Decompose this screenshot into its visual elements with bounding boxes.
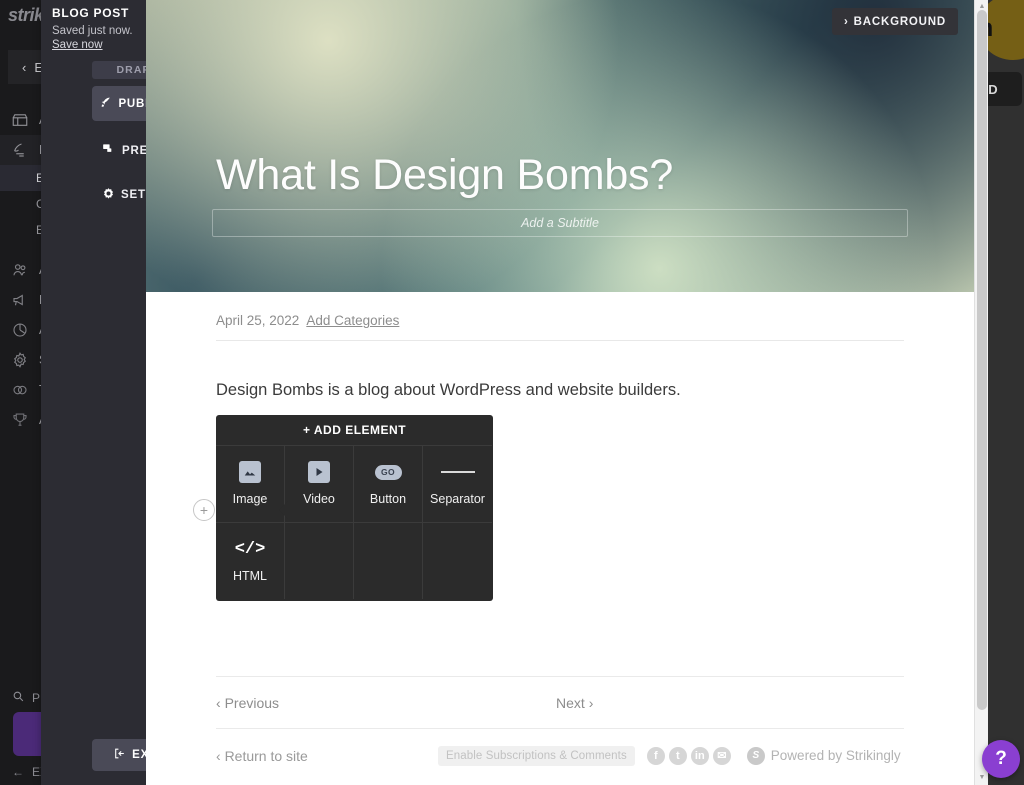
chevron-left-icon: ‹ bbox=[216, 695, 221, 711]
panel-title: BLOG POST bbox=[52, 6, 129, 20]
add-element-empty-slot bbox=[285, 522, 354, 599]
go-badge: GO bbox=[375, 465, 402, 480]
add-element-popup-wrap: + + ADD ELEMENT bbox=[216, 415, 904, 601]
separator-icon bbox=[441, 461, 475, 483]
rocket-icon bbox=[99, 96, 112, 112]
hero-section[interactable]: › BACKGROUND What Is Design Bombs? Add a… bbox=[146, 0, 974, 292]
megaphone-icon bbox=[11, 291, 29, 309]
return-to-site-link[interactable]: ‹ Return to site bbox=[216, 748, 438, 764]
search-icon bbox=[12, 690, 25, 706]
social-links: f t in ✉ bbox=[647, 747, 731, 765]
enable-subscriptions-button[interactable]: Enable Subscriptions & Comments bbox=[438, 746, 635, 766]
background-button-label: BACKGROUND bbox=[854, 16, 946, 28]
add-element-label: HTML bbox=[233, 569, 267, 583]
add-element-button[interactable]: GO Button bbox=[354, 445, 423, 522]
post-navigation: ‹ Previous Next › bbox=[216, 676, 904, 728]
add-element-video[interactable]: Video bbox=[285, 445, 354, 522]
site-canvas: › BACKGROUND What Is Design Bombs? Add a… bbox=[146, 0, 974, 785]
return-label: Return to site bbox=[225, 748, 308, 764]
gear-icon bbox=[11, 351, 29, 369]
editor-actions-panel: BLOG POST Saved just now. Save now DRAFT… bbox=[41, 0, 146, 785]
add-element-empty-slot bbox=[423, 522, 492, 599]
facebook-icon[interactable]: f bbox=[647, 747, 665, 765]
page-title[interactable]: What Is Design Bombs? bbox=[216, 154, 673, 197]
edit-pen-icon bbox=[11, 141, 29, 159]
save-now-link[interactable]: Save now bbox=[52, 39, 103, 51]
trophy-icon bbox=[11, 411, 29, 429]
post-date[interactable]: April 25, 2022 bbox=[216, 313, 299, 328]
add-categories-link[interactable]: Add Categories bbox=[306, 313, 399, 328]
powered-label: Powered by Strikingly bbox=[771, 748, 901, 763]
add-element-separator[interactable]: Separator bbox=[423, 445, 492, 522]
pie-chart-icon bbox=[11, 321, 29, 339]
chevron-right-icon: › bbox=[589, 695, 594, 711]
post-meta: April 25, 2022 Add Categories bbox=[216, 292, 904, 341]
canvas-scrollbar[interactable]: ▲ ▼ bbox=[974, 0, 988, 785]
saved-status: Saved just now. bbox=[52, 25, 133, 37]
add-element-html[interactable]: </> HTML bbox=[216, 522, 285, 599]
previous-label: Previous bbox=[225, 695, 279, 711]
post-body: April 25, 2022 Add Categories Design Bom… bbox=[146, 292, 974, 766]
video-icon bbox=[308, 461, 330, 483]
editor-screen: n ID strik ‹ E A bbox=[0, 0, 1024, 785]
exit-icon bbox=[113, 747, 126, 763]
add-element-label: Separator bbox=[430, 492, 485, 506]
help-button[interactable]: ? bbox=[982, 740, 1020, 778]
background-settings-button[interactable]: › BACKGROUND bbox=[832, 8, 958, 35]
add-element-image[interactable]: Image bbox=[216, 445, 285, 522]
add-element-label: Image bbox=[233, 492, 268, 506]
post-paragraph[interactable]: Design Bombs is a blog about WordPress a… bbox=[216, 341, 904, 403]
strikingly-badge-icon: S bbox=[747, 747, 765, 765]
chevron-left-icon: ‹ bbox=[216, 748, 221, 764]
users-icon bbox=[11, 261, 29, 279]
previous-post-link[interactable]: ‹ Previous bbox=[216, 695, 556, 711]
chevron-right-icon: › bbox=[844, 16, 849, 28]
add-element-heading: + ADD ELEMENT bbox=[216, 415, 493, 445]
button-icon: GO bbox=[375, 461, 402, 483]
next-post-link[interactable]: Next › bbox=[556, 695, 593, 711]
store-icon bbox=[11, 111, 29, 129]
image-icon bbox=[239, 461, 261, 483]
add-element-plus-button[interactable]: + bbox=[193, 499, 215, 521]
gear-icon bbox=[102, 187, 115, 203]
add-element-label: Button bbox=[370, 492, 406, 506]
scroll-down-arrow[interactable]: ▼ bbox=[978, 774, 986, 782]
subtitle-input[interactable]: Add a Subtitle bbox=[212, 209, 908, 237]
add-element-label: Video bbox=[303, 492, 335, 506]
chevron-left-icon: ‹ bbox=[22, 60, 26, 75]
popup-arrow bbox=[279, 501, 288, 519]
powered-by-strikingly[interactable]: S Powered by Strikingly bbox=[747, 747, 901, 765]
next-label: Next bbox=[556, 695, 585, 711]
arrow-left-icon: ← bbox=[12, 765, 24, 779]
add-element-popup: + ADD ELEMENT Image bbox=[216, 415, 493, 601]
email-icon[interactable]: ✉ bbox=[713, 747, 731, 765]
preview-icon bbox=[102, 142, 116, 159]
masks-icon bbox=[11, 381, 29, 399]
html-icon: </> bbox=[235, 538, 266, 560]
twitter-icon[interactable]: t bbox=[669, 747, 687, 765]
add-element-grid: Image Video bbox=[216, 445, 493, 599]
scrollbar-thumb[interactable] bbox=[977, 10, 987, 710]
add-element-empty-slot bbox=[354, 522, 423, 599]
linkedin-icon[interactable]: in bbox=[691, 747, 709, 765]
strikingly-logo[interactable]: strik bbox=[8, 5, 44, 26]
site-footer: ‹ Return to site Enable Subscriptions & … bbox=[216, 728, 904, 766]
